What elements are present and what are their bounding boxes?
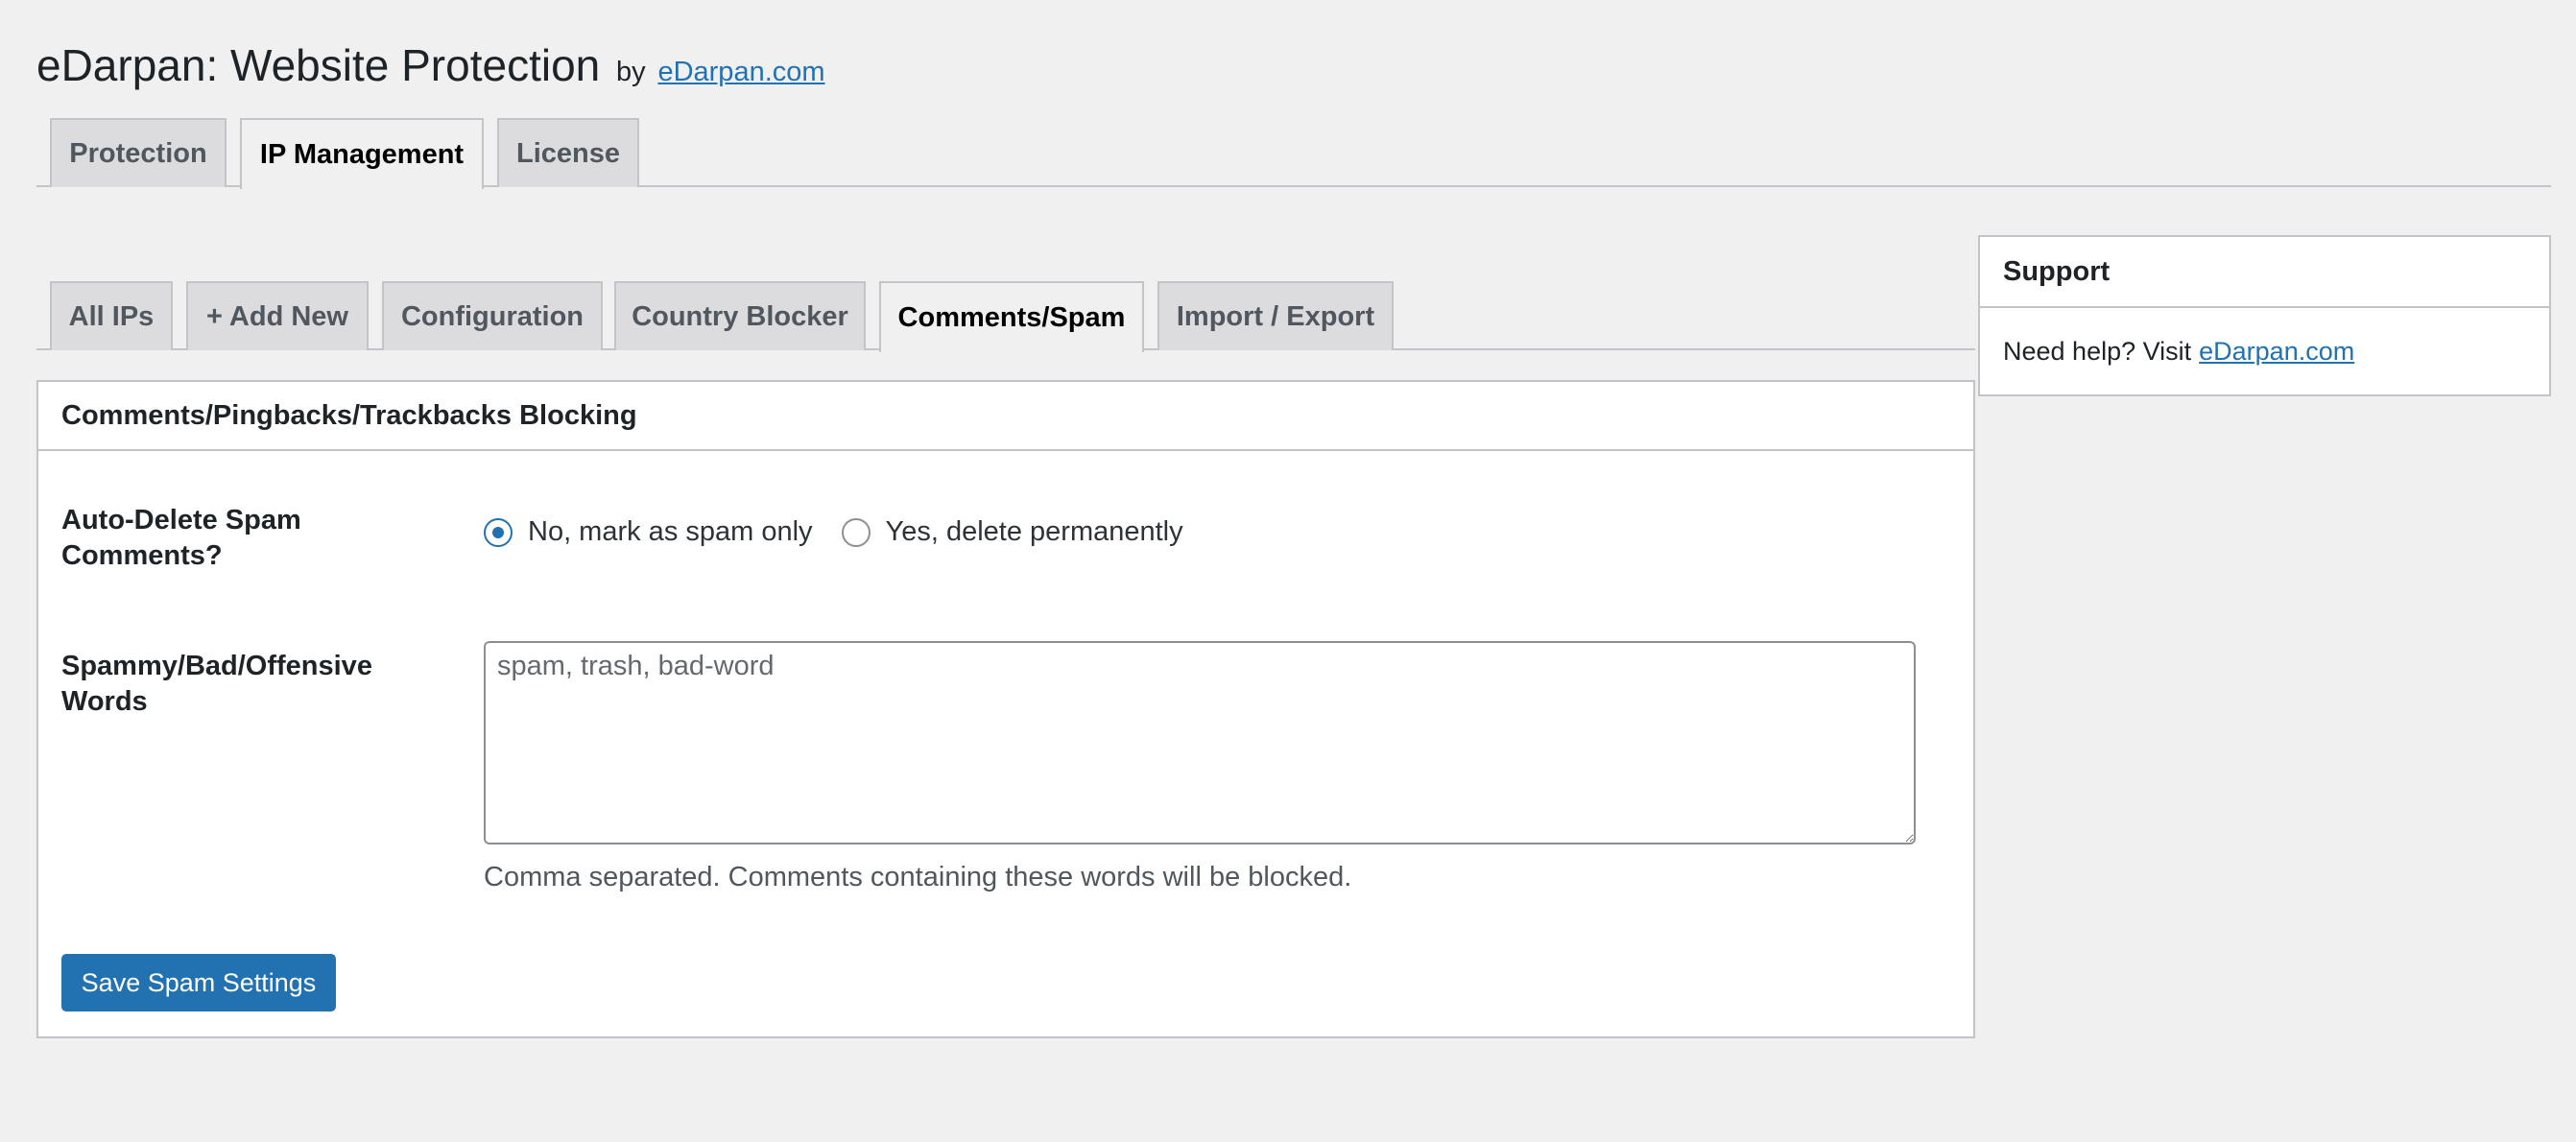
spam-words-textarea[interactable] (484, 641, 1916, 845)
subtab-comments-spam[interactable]: Comments/Spam (879, 281, 1144, 352)
header-vendor-link[interactable]: eDarpan.com (657, 57, 824, 87)
support-title: Support (1980, 237, 2549, 308)
auto-delete-label: Auto-Delete Spam Comments? (61, 505, 301, 571)
tab-license[interactable]: License (497, 118, 639, 187)
radio-delete-label: Yes, delete permanently (885, 516, 1183, 547)
radio-option-delete[interactable]: Yes, delete permanently (841, 516, 1183, 548)
main-tab-bar: Protection IP Management License (36, 118, 2551, 189)
auto-delete-radio-group: No, mark as spam only Yes, delete perman… (484, 516, 1212, 548)
support-text: Need help? Visit (2003, 336, 2192, 366)
support-body: Need help? Visit eDarpan.com (1980, 308, 2549, 394)
spam-words-label: Spammy/Bad/Offensive Words (61, 651, 372, 717)
subtab-country-blocker[interactable]: Country Blocker (614, 281, 866, 350)
radio-delete-permanently[interactable] (841, 517, 871, 547)
subtab-add-new[interactable]: + Add New (186, 281, 369, 350)
radio-option-mark-spam[interactable]: No, mark as spam only (484, 516, 813, 548)
plugin-title: eDarpan: Website Protection (36, 40, 601, 90)
subtab-all-ips[interactable]: All IPs (50, 281, 173, 350)
panel-title: Comments/Pingbacks/Trackbacks Blocking (38, 382, 1973, 451)
spam-settings-panel: Comments/Pingbacks/Trackbacks Blocking A… (36, 380, 1975, 1038)
support-box: Support Need help? Visit eDarpan.com (1978, 235, 2551, 396)
page-title: eDarpan: Website Protection by eDarpan.c… (36, 36, 825, 101)
radio-mark-spam-label: No, mark as spam only (528, 516, 813, 547)
subtab-import-export[interactable]: Import / Export (1157, 281, 1394, 350)
tab-ip-management[interactable]: IP Management (240, 118, 484, 189)
save-spam-settings-button[interactable]: Save Spam Settings (61, 954, 336, 1011)
radio-mark-spam[interactable] (484, 517, 513, 547)
tab-protection[interactable]: Protection (50, 118, 227, 187)
support-link[interactable]: eDarpan.com (2199, 337, 2354, 367)
subtab-configuration[interactable]: Configuration (382, 281, 603, 350)
spam-words-description: Comma separated. Comments containing the… (484, 862, 1352, 892)
sub-tab-bar: All IPs + Add New Configuration Country … (36, 281, 1975, 352)
by-label: by (616, 57, 646, 87)
